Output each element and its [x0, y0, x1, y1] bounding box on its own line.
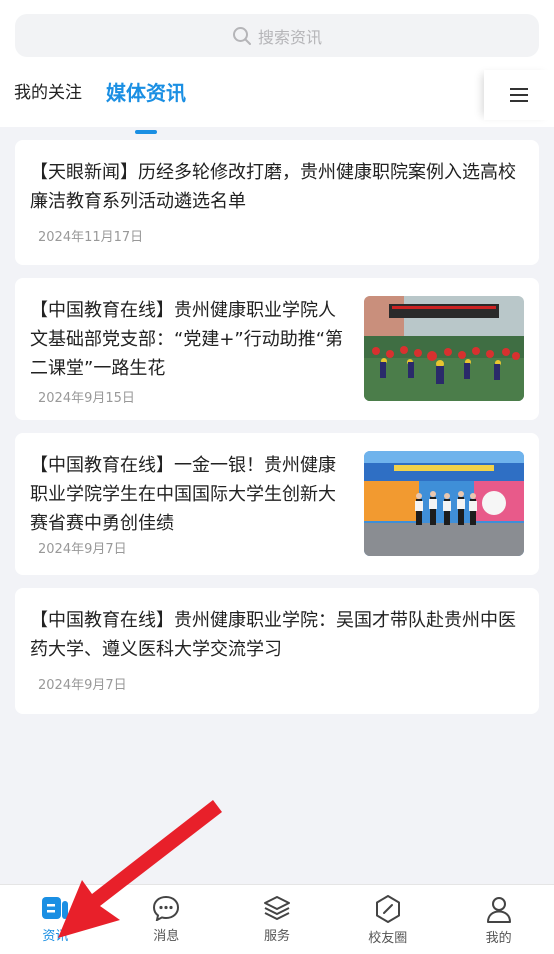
news-card[interactable]: 【中国教育在线】贵州健康职业学院：吴国才带队赴贵州中医药大学、遵义医科大学交流学…: [15, 588, 539, 714]
news-date: 2024年11月17日: [38, 230, 144, 245]
tab-row: 我的关注 媒体资讯: [14, 76, 210, 134]
tab-following[interactable]: 我的关注: [14, 76, 82, 126]
news-title: 【中国教育在线】贵州健康职业学院：吴国才带队赴贵州中医药大学、遵义医科大学交流学…: [30, 610, 516, 660]
news-title: 【中国教育在线】一金一银！贵州健康职业学院学生在中国国际大学生创新大赛省赛中勇创…: [30, 455, 336, 534]
tabbar-item-news[interactable]: 资讯: [0, 885, 111, 954]
tabbar-item-services[interactable]: 服务: [222, 885, 333, 954]
tabbar-item-me[interactable]: 我的: [443, 885, 554, 954]
user-icon: [486, 897, 511, 923]
news-thumbnail: [364, 451, 524, 556]
header: 搜索资讯 我的关注 媒体资讯: [0, 0, 554, 134]
search-icon: [232, 26, 251, 45]
news-title: 【天眼新闻】历经多轮修改打磨，贵州健康职院案例入选高校廉洁教育系列活动遴选名单: [30, 162, 516, 212]
news-card[interactable]: 【中国教育在线】贵州健康职业学院人文基础部党支部：“党建+”行动助推“第二课堂”…: [15, 278, 539, 420]
news-card[interactable]: 【中国教育在线】一金一银！贵州健康职业学院学生在中国国际大学生创新大赛省赛中勇创…: [15, 433, 539, 575]
tabbar-label: 校友圈: [368, 931, 408, 946]
chat-icon: [153, 895, 180, 921]
news-card[interactable]: 【天眼新闻】历经多轮修改打磨，贵州健康职院案例入选高校廉洁教育系列活动遴选名单 …: [15, 140, 539, 265]
search-placeholder: 搜索资讯: [257, 27, 322, 47]
tabbar-item-messages[interactable]: 消息: [111, 885, 222, 954]
news-title: 【中国教育在线】贵州健康职业学院人文基础部党支部：“党建+”行动助推“第二课堂”…: [30, 300, 344, 379]
tab-media-news[interactable]: 媒体资讯: [106, 76, 186, 134]
search-bar[interactable]: 搜索资讯: [15, 14, 539, 57]
menu-button[interactable]: [484, 70, 554, 120]
news-icon: [42, 897, 69, 919]
tabbar-label: 服务: [263, 929, 290, 944]
news-thumbnail: [364, 296, 524, 401]
hamburger-icon: [510, 88, 528, 102]
layers-icon: [263, 896, 290, 920]
news-date: 2024年9月7日: [38, 678, 127, 693]
tabbar-label: 资讯: [42, 929, 69, 944]
tabbar-label: 我的: [485, 931, 512, 946]
tabbar-label: 消息: [153, 929, 180, 944]
bottom-tab-bar: 资讯 消息 服务 校友圈 我的: [0, 884, 554, 954]
compass-icon: [375, 895, 400, 923]
tabbar-item-alumni[interactable]: 校友圈: [332, 885, 443, 954]
news-feed: 【天眼新闻】历经多轮修改打磨，贵州健康职院案例入选高校廉洁教育系列活动遴选名单 …: [15, 140, 539, 727]
